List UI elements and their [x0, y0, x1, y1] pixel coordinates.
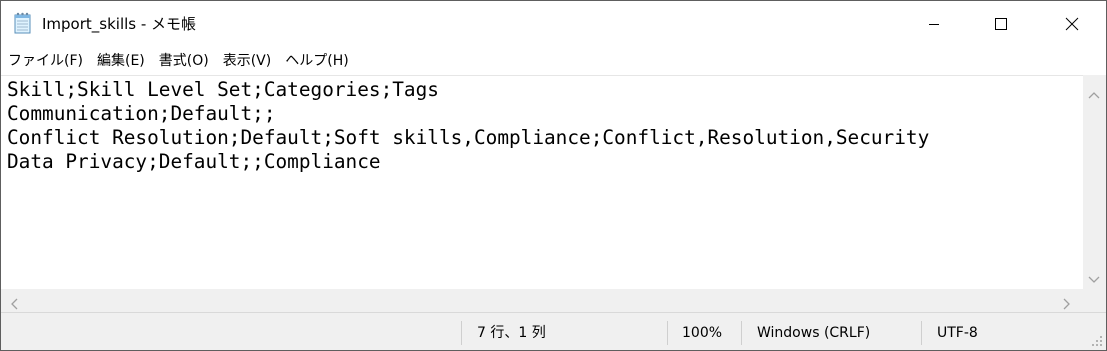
notepad-window: Import_skills - メモ帳 ファイル(F) 編集(E) 書式(O) … — [0, 0, 1107, 351]
menu-view[interactable]: 表示(V) — [216, 48, 279, 74]
close-button[interactable] — [1049, 1, 1095, 46]
minimize-button[interactable] — [911, 1, 957, 46]
editor-line: Skill;Skill Level Set;Categories;Tags — [7, 78, 439, 101]
horizontal-scrollbar[interactable] — [1, 289, 1083, 312]
menu-file[interactable]: ファイル(F) — [1, 48, 90, 74]
title-bar[interactable]: Import_skills - メモ帳 — [1, 1, 1106, 46]
maximize-button[interactable] — [978, 1, 1024, 46]
scroll-down-icon[interactable] — [1088, 269, 1100, 288]
zoom-level: 100% — [682, 325, 723, 341]
encoding: UTF-8 — [937, 325, 978, 341]
status-divider — [667, 321, 668, 345]
editor-line: Communication;Default;; — [7, 102, 276, 125]
scroll-up-icon[interactable] — [1088, 84, 1100, 103]
status-divider — [921, 321, 922, 345]
resize-grip-icon[interactable] — [1091, 335, 1103, 350]
status-divider — [461, 321, 462, 345]
editor-line: Data Privacy;Default;;Compliance — [7, 150, 381, 173]
status-divider — [741, 321, 742, 345]
text-editor[interactable]: Skill;Skill Level Set;Categories;Tags Com… — [1, 75, 1083, 317]
line-ending: Windows (CRLF) — [757, 325, 871, 341]
cursor-position: 7 行、1 列 — [477, 325, 546, 341]
menu-bar: ファイル(F) 編集(E) 書式(O) 表示(V) ヘルプ(H) — [1, 48, 1106, 74]
close-icon — [1065, 17, 1079, 31]
menu-help[interactable]: ヘルプ(H) — [278, 48, 355, 74]
vertical-scrollbar[interactable] — [1083, 75, 1106, 289]
menu-format[interactable]: 書式(O) — [152, 48, 216, 74]
notepad-icon — [14, 12, 32, 34]
minimize-icon — [928, 18, 940, 30]
editor-line: Conflict Resolution;Default;Soft skills,… — [7, 126, 930, 149]
status-bar: 7 行、1 列 100% Windows (CRLF) UTF-8 — [1, 312, 1106, 350]
menu-edit[interactable]: 編集(E) — [90, 48, 152, 74]
editor-content[interactable]: Skill;Skill Level Set;Categories;Tags Com… — [7, 78, 929, 174]
maximize-icon — [994, 17, 1008, 31]
window-title: Import_skills - メモ帳 — [42, 15, 197, 33]
scrollbar-corner — [1083, 289, 1106, 312]
